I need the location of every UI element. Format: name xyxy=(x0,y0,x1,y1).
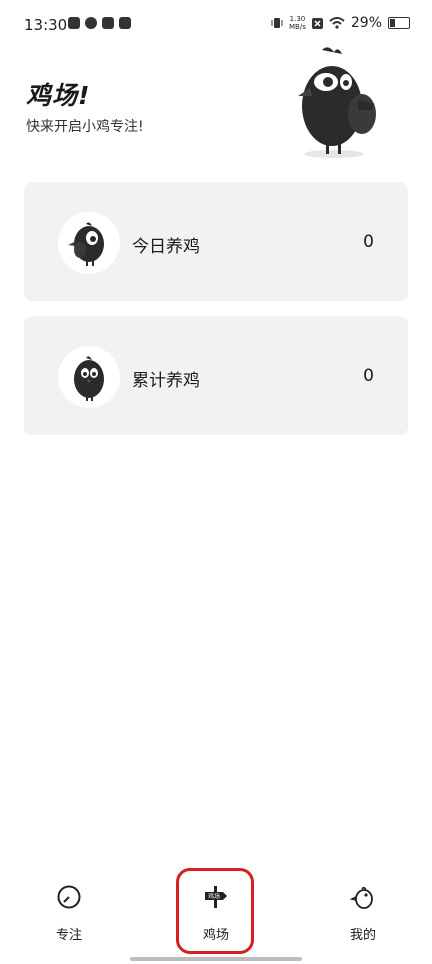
home-indicator[interactable] xyxy=(130,957,302,961)
battery-percent: 29% xyxy=(350,15,382,31)
status-bar: 13:30 1.30 MB/s 29% xyxy=(0,0,432,50)
chick-mascot-illustration xyxy=(298,47,376,158)
chick-icon xyxy=(68,222,104,266)
wifi-icon xyxy=(329,17,345,29)
chick-avatar xyxy=(58,346,120,408)
tab-focus-label: 专注 xyxy=(55,928,82,943)
status-right: 1.30 MB/s 29% xyxy=(271,15,410,31)
sim-off-icon xyxy=(311,17,323,29)
selected-tab-highlight xyxy=(176,868,254,954)
today-chick-card[interactable]: 今日养鸡 0 xyxy=(24,182,408,301)
today-chick-label: 今日养鸡 xyxy=(132,237,200,257)
chick-icon xyxy=(74,356,104,401)
tab-mine[interactable]: 我的 xyxy=(323,884,403,943)
network-speed: 1.30 MB/s xyxy=(289,15,306,31)
total-chick-card[interactable]: 累计养鸡 0 xyxy=(24,316,408,435)
timer-icon xyxy=(57,885,81,909)
page-subtitle: 快来开启小鸡专注! xyxy=(26,119,144,135)
page-header: 鸡场! 快来开启小鸡专注! xyxy=(26,76,144,136)
calendar-icon xyxy=(68,17,80,29)
notification-icons xyxy=(68,17,131,29)
chick-avatar xyxy=(58,212,120,274)
page-title: 鸡场! xyxy=(26,81,91,110)
tab-focus[interactable]: 专注 xyxy=(29,884,109,943)
status-time: 13:30 xyxy=(24,16,68,34)
battery-icon xyxy=(388,17,410,29)
app-notification-icon xyxy=(85,17,97,29)
tab-mine-label: 我的 xyxy=(349,928,376,943)
message-icon xyxy=(102,17,114,29)
vibrate-icon xyxy=(271,18,283,28)
chick-outline-icon xyxy=(349,886,373,909)
total-chick-label: 累计养鸡 xyxy=(132,371,200,391)
total-chick-count: 0 xyxy=(363,366,374,386)
today-chick-count: 0 xyxy=(363,232,374,252)
shopping-icon xyxy=(119,17,131,29)
